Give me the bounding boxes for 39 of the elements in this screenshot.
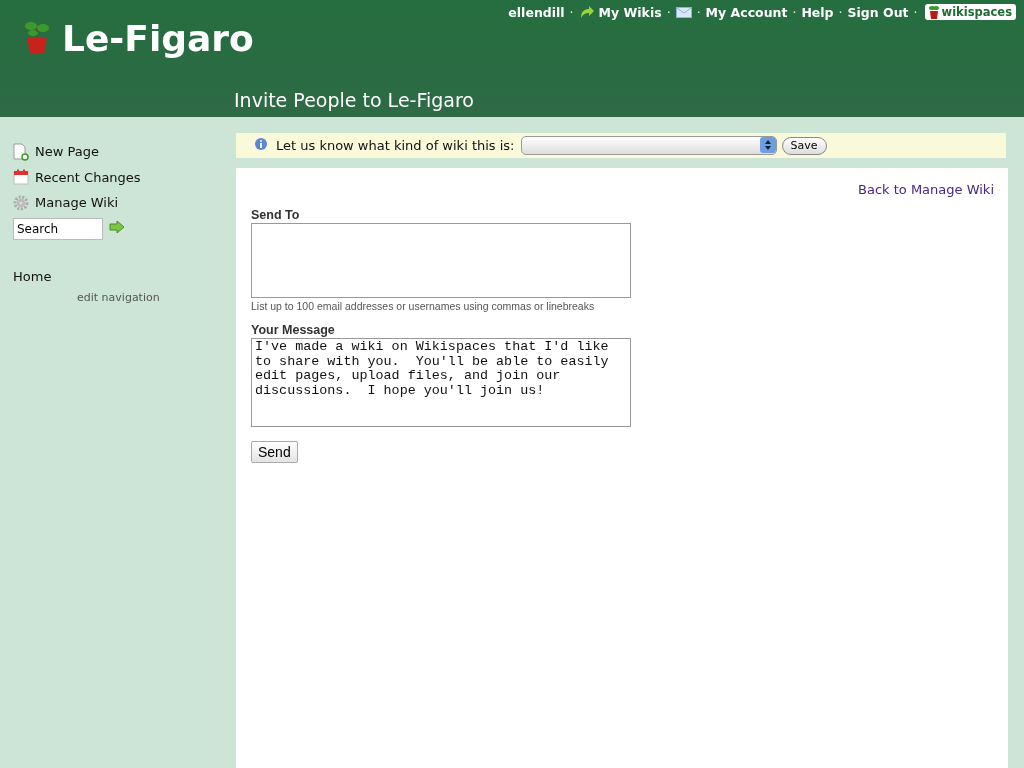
back-link[interactable]: Back to Manage Wiki	[858, 182, 994, 197]
send-button[interactable]: Send	[251, 441, 298, 463]
gear-icon	[13, 194, 29, 211]
save-button[interactable]: Save	[781, 136, 827, 155]
send-to-field[interactable]	[251, 223, 631, 298]
site-title: Le-Figaro	[62, 18, 254, 59]
separator-dot: ·	[665, 4, 672, 20]
separator-dot: ·	[695, 4, 702, 20]
wiki-type-dropdown[interactable]	[520, 136, 777, 155]
page-icon	[13, 142, 29, 161]
message-field[interactable]: I've made a wiki on Wikispaces that I'd like to share with you. You'll be able to easily edit pages, upload files, and join our discussions. I hope you'll join us!	[251, 338, 631, 427]
sidebar-link[interactable]: Recent Changes	[35, 169, 141, 185]
nav-link[interactable]: Sign Out	[847, 4, 909, 20]
nav-link[interactable]: My Wikis	[598, 4, 662, 20]
nav-link[interactable]: My Account	[705, 4, 788, 20]
page-title: Invite People to Le-Figaro	[234, 89, 474, 111]
message-label: Your Message	[251, 323, 336, 337]
plant-pot-icon	[928, 5, 939, 19]
envelope-icon[interactable]	[675, 6, 692, 18]
separator-dot: ·	[568, 4, 575, 20]
search-field[interactable]: Search	[13, 217, 103, 240]
dropdown-arrows-icon	[759, 137, 776, 153]
calendar-icon	[13, 169, 29, 186]
curved-arrow-icon	[578, 5, 595, 19]
notice-text: Let us know what kind of wiki this is:	[276, 138, 515, 153]
username: ellendill	[508, 4, 565, 20]
nav-item[interactable]: Home	[13, 268, 52, 284]
separator-dot: ·	[912, 4, 919, 20]
send-to-label: Send To	[251, 208, 301, 222]
edit-navigation-link[interactable]: edit navigation	[77, 290, 160, 304]
go-arrow-icon	[109, 220, 125, 234]
separator-dot: ·	[791, 4, 798, 20]
info-icon	[254, 137, 268, 151]
nav-link[interactable]: Help	[801, 4, 834, 20]
sidebar-link[interactable]: Manage Wiki	[35, 195, 119, 211]
sidebar-link[interactable]: New Page	[35, 144, 99, 160]
separator-dot: ·	[837, 4, 844, 20]
wikispaces-badge[interactable]: wikispaces	[924, 4, 1016, 20]
field-hint: List up to 100 email addresses or usernames using commas or linebreaks	[251, 300, 596, 312]
